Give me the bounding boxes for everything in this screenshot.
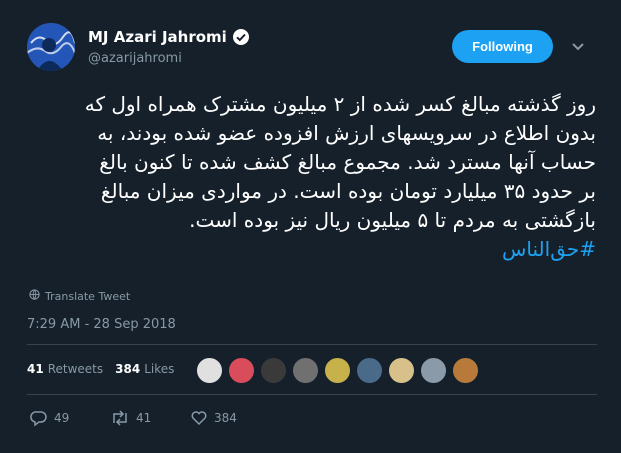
tweet-text: روز گذشته مبالغ کسر شده از ۲ میلیون مشتر… — [24, 90, 596, 264]
likers-avatar-row — [196, 357, 479, 384]
author-name[interactable]: MJ Azari Jahromi — [88, 28, 227, 46]
chevron-down-icon[interactable] — [570, 38, 586, 54]
tweet-actions: 49 41 384 — [30, 409, 270, 427]
tweet-line: بر حدود ۳۵ میلیارد تومان بوده است. در مو… — [100, 179, 596, 203]
tweet-line: روز گذشته مبالغ کسر شده از ۲ میلیون مشتر… — [84, 92, 596, 116]
tweet-line: بدون اطلاع در سرویسهای ارزش افزوده عضو ش… — [97, 121, 596, 145]
liker-avatar[interactable] — [356, 357, 383, 384]
reply-icon — [30, 409, 48, 427]
translate-tweet-link[interactable]: Translate Tweet — [29, 289, 130, 303]
retweet-icon — [110, 409, 130, 427]
retweets-label: Retweets — [47, 362, 104, 376]
divider — [27, 394, 597, 395]
liker-avatar[interactable] — [388, 357, 415, 384]
like-count: 384 — [214, 411, 237, 425]
heart-icon — [190, 409, 208, 427]
author-name-row[interactable]: MJ Azari Jahromi — [88, 28, 250, 46]
liker-avatar[interactable] — [420, 357, 447, 384]
liker-avatar[interactable] — [228, 357, 255, 384]
hashtag-link[interactable]: #حق‌الناس — [24, 235, 596, 264]
avatar[interactable] — [27, 23, 75, 71]
tweet-stats: 41 Retweets 384 Likes — [27, 362, 174, 376]
translate-label: Translate Tweet — [45, 289, 131, 303]
author-handle[interactable]: @azarijahromi — [88, 51, 182, 66]
reply-count: 49 — [54, 411, 70, 425]
like-action[interactable]: 384 — [190, 409, 270, 427]
tweet-line: بازگشتی به مردم تا ۵ میلیون ریال نیز بود… — [189, 208, 596, 232]
reply-action[interactable]: 49 — [30, 409, 110, 427]
liker-avatar[interactable] — [260, 357, 287, 384]
likes-stat[interactable]: 384 Likes — [115, 362, 174, 376]
liker-avatar[interactable] — [324, 357, 351, 384]
retweets-count: 41 — [27, 362, 44, 376]
following-button[interactable]: Following — [452, 30, 553, 63]
likes-label: Likes — [144, 362, 175, 376]
likes-count: 384 — [115, 362, 141, 376]
retweets-stat[interactable]: 41 Retweets — [27, 362, 103, 376]
retweet-count: 41 — [136, 411, 152, 425]
verified-badge-icon — [232, 28, 250, 46]
tweet-line: حساب آنها مسترد شد. مجموع مبالغ کشف شده … — [99, 150, 596, 174]
liker-avatar[interactable] — [452, 357, 479, 384]
liker-avatar[interactable] — [292, 357, 319, 384]
globe-icon — [29, 289, 40, 303]
divider — [27, 344, 597, 345]
tweet-timestamp[interactable]: 7:29 AM - 28 Sep 2018 — [27, 317, 176, 332]
liker-avatar[interactable] — [196, 357, 223, 384]
retweet-action[interactable]: 41 — [110, 409, 190, 427]
